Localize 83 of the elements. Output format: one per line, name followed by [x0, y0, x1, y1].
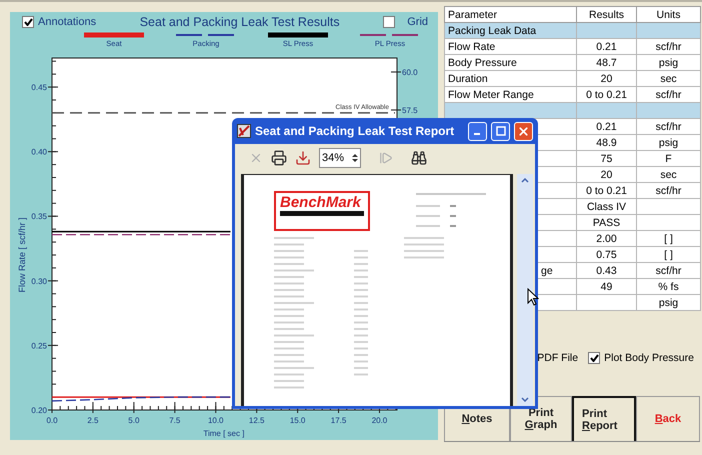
table-cell: scf/hr	[636, 38, 700, 54]
x-tick-label: 0.0	[46, 416, 58, 425]
action-button[interactable]: Print Report	[572, 396, 636, 441]
spinner-icon[interactable]	[352, 153, 358, 163]
x-tick-label: 17.5	[330, 416, 346, 425]
maximize-button[interactable]	[491, 122, 510, 140]
table-cell: 20	[576, 166, 636, 182]
table-cell: 0.75	[576, 246, 636, 262]
table-cell: 2.00	[576, 230, 636, 246]
x-tick-label: 5.0	[128, 416, 140, 425]
table-cell: Flow Rate	[444, 38, 576, 54]
section-cell: Packing Leak Data	[444, 22, 576, 38]
legend-swatch	[360, 32, 420, 38]
table-cell: 49	[576, 278, 636, 294]
table-cell: Body Pressure	[444, 54, 576, 70]
y-axis-label: Flow Rate [ scf/hr ]	[17, 217, 27, 292]
download-icon[interactable]	[295, 150, 311, 166]
table-cell: scf/hr	[636, 182, 700, 198]
x-tick-label: 7.5	[169, 416, 180, 425]
x-tick-label: 10.0	[208, 416, 224, 425]
binoculars-icon[interactable]	[411, 150, 427, 166]
option-checkbox[interactable]	[588, 352, 600, 364]
y-tick-label: 0.20	[31, 406, 47, 415]
table-cell: scf/hr	[636, 262, 700, 278]
app-icon	[237, 124, 251, 138]
x-tick-label: 12.5	[248, 416, 264, 425]
scroll-down-icon[interactable]	[521, 397, 529, 402]
table-cell: scf/hr	[636, 118, 700, 134]
y2-tick-label: 60.0	[402, 68, 418, 77]
dialog-title: Seat and Packing Leak Test Report	[255, 124, 456, 138]
cursor-icon	[527, 288, 539, 306]
table-cell: 0.21	[576, 38, 636, 54]
table-cell: % fs	[636, 278, 700, 294]
table-cell: 48.9	[576, 134, 636, 150]
table-cell: 0.43	[576, 262, 636, 278]
legend-swatch	[268, 32, 328, 38]
option-label: PDF File	[537, 352, 578, 364]
x-axis-label: Time [ sec ]	[203, 429, 244, 438]
table-cell: psig	[636, 54, 700, 70]
table-cell: 0.21	[576, 118, 636, 134]
legend-swatch	[176, 32, 236, 38]
grid-checkbox[interactable]	[383, 16, 396, 28]
x-tick-label: 20.0	[372, 416, 388, 425]
annotations-label: Annotations	[38, 16, 96, 28]
table-cell: sec	[636, 70, 700, 86]
table-cell: [ ]	[636, 230, 700, 246]
x-tick-label: 2.5	[87, 416, 98, 425]
y-tick-label: 0.45	[31, 83, 47, 92]
table-cell: Class IV	[576, 198, 636, 214]
table-cell: [ ]	[636, 246, 700, 262]
close-button[interactable]	[514, 122, 533, 140]
table-cell: psig	[636, 134, 700, 150]
chart-title: Seat and Packing Leak Test Results	[138, 15, 341, 29]
x-tick-label: 15.0	[290, 416, 306, 425]
scroll-up-icon[interactable]	[521, 178, 529, 183]
y-tick-label: 0.25	[31, 341, 47, 350]
table-cell: 48.7	[576, 54, 636, 70]
table-cell: psig	[636, 294, 700, 310]
close-icon	[517, 124, 530, 138]
print-icon[interactable]	[271, 150, 287, 166]
scrollbar[interactable]	[517, 174, 533, 406]
action-button[interactable]: Back	[636, 396, 700, 441]
grid-label: Grid	[407, 16, 428, 28]
table-cell: 0 to 0.21	[576, 182, 636, 198]
y-tick-label: 0.40	[31, 148, 47, 157]
y2-tick-label: 57.5	[402, 106, 418, 115]
maximize-icon	[496, 126, 506, 136]
y-tick-label: 0.30	[31, 276, 47, 286]
annotations-checkbox[interactable]	[22, 16, 34, 28]
minimize-button[interactable]	[468, 122, 487, 140]
option-label: Plot Body Pressure	[604, 352, 694, 364]
table-cell: Duration	[444, 70, 576, 86]
zoom-select[interactable]: 34%	[319, 148, 361, 168]
table-cell: F	[636, 150, 700, 166]
column-header: Parameter	[444, 6, 576, 22]
logo: BenchMark	[274, 191, 370, 231]
right-axis-ticks	[390, 71, 402, 110]
table-cell: PASS	[576, 214, 636, 230]
table-cell: sec	[636, 166, 700, 182]
table-cell: 75	[576, 150, 636, 166]
y-tick-label: 0.35	[31, 212, 47, 222]
table-cell: 20	[576, 70, 636, 86]
legend-swatch	[84, 32, 144, 38]
